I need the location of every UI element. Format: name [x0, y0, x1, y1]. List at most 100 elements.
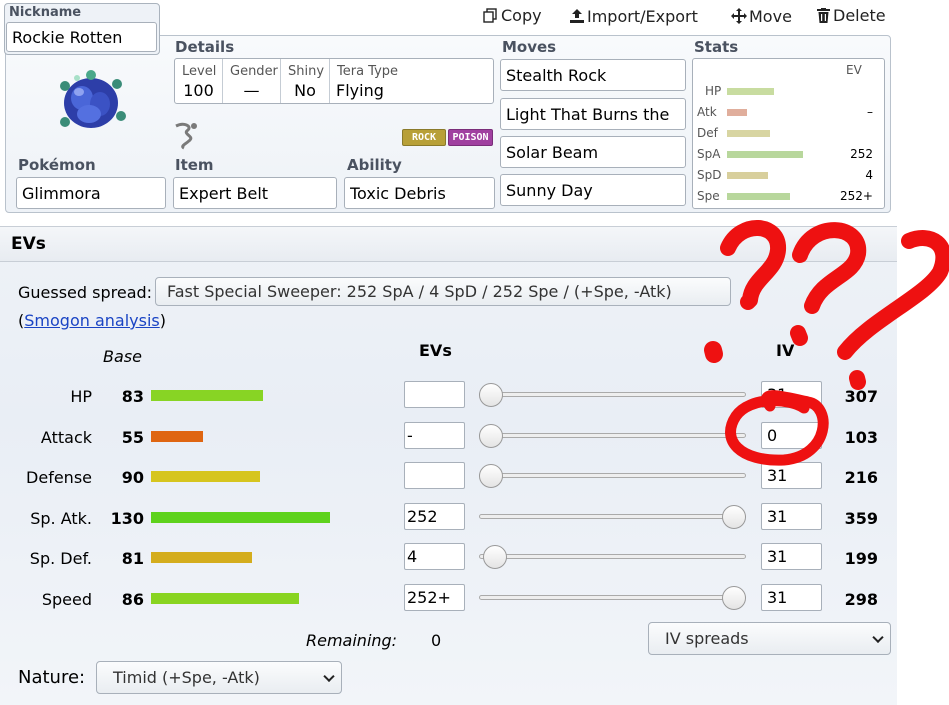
ev-input[interactable]: 252	[404, 503, 465, 530]
base-stat-value: 81	[121, 549, 144, 568]
stat-name-label: Sp. Def.	[29, 549, 92, 568]
base-header: Base	[103, 347, 142, 366]
nature-label: Nature:	[18, 667, 86, 688]
moves-label: Moves	[502, 38, 557, 56]
iv-input[interactable]: 31	[761, 543, 822, 570]
chevron-down-icon	[872, 631, 884, 643]
details-box[interactable]: Level 100 Gender — Shiny No Tera Type Flying	[174, 58, 494, 104]
ev-slider-handle[interactable]	[479, 383, 503, 407]
ev-input[interactable]: 4	[404, 543, 465, 570]
gender-cell[interactable]: Gender —	[223, 59, 281, 103]
move-arrows-icon	[731, 8, 747, 24]
import-export-button[interactable]: Import/Export	[569, 6, 698, 26]
nickname-box: Nickname	[4, 3, 160, 55]
ev-input[interactable]	[404, 381, 465, 408]
stat-name-label: Attack	[40, 428, 92, 447]
stat-name-label: Speed	[41, 590, 92, 609]
question-dot-3	[849, 370, 866, 390]
base-stat-bar	[151, 552, 252, 563]
base-stat-bar	[151, 512, 330, 523]
pokemon-label: Pokémon	[18, 156, 96, 174]
ev-slider-handle[interactable]	[722, 586, 746, 610]
summary-stat-bar	[727, 151, 803, 158]
stats-label: Stats	[694, 38, 739, 56]
gender-value: —	[243, 81, 260, 100]
type-badge-rock: ROCK	[402, 129, 446, 146]
level-value: 100	[183, 81, 214, 100]
ev-slider-handle[interactable]	[482, 545, 507, 569]
evs-title: EVs	[11, 234, 46, 254]
delete-button[interactable]: Delete	[817, 6, 886, 25]
tera-cell[interactable]: Tera Type Flying	[330, 59, 493, 103]
move-2-input[interactable]	[500, 98, 686, 130]
annotation-overlay	[700, 210, 949, 475]
base-stat-value: 86	[121, 590, 144, 609]
base-stat-value: 83	[121, 387, 144, 406]
guessed-spread-label: Guessed spread:	[18, 283, 153, 302]
shiny-value: No	[294, 81, 316, 100]
summary-stat-label: SpD	[697, 168, 722, 182]
remaining-value: 0	[431, 631, 442, 650]
move-button[interactable]: Move	[731, 6, 792, 26]
stat-total-value: 359	[844, 509, 878, 528]
copy-label: Copy	[501, 6, 542, 25]
summary-stat-bar	[727, 193, 790, 200]
iv-input[interactable]: 31	[761, 584, 822, 611]
move-4-input[interactable]	[500, 174, 686, 206]
pokemon-input[interactable]	[16, 177, 166, 209]
iv-input[interactable]: 31	[761, 503, 822, 530]
shiny-cell[interactable]: Shiny No	[281, 59, 330, 103]
nature-select[interactable]: Timid (+Spe, -Atk)	[96, 661, 342, 694]
ev-slider-handle[interactable]	[479, 424, 503, 448]
trash-icon	[817, 8, 830, 23]
move-1-input[interactable]	[500, 59, 686, 91]
summary-stat-bar	[727, 130, 770, 137]
ev-slider-track[interactable]	[479, 514, 746, 519]
move-label: Move	[749, 7, 792, 26]
summary-stat-ev	[828, 84, 873, 98]
summary-stat-label: Atk	[697, 105, 717, 119]
question-dot-2	[790, 325, 808, 346]
stat-name-label: HP	[70, 387, 92, 406]
summary-stat-ev: 252+	[840, 189, 873, 203]
ev-input[interactable]: 252+	[404, 584, 465, 611]
copy-button[interactable]: Copy	[483, 6, 542, 25]
smogon-analysis-link[interactable]: Smogon analysis	[24, 311, 159, 330]
item-label: Item	[175, 156, 214, 174]
summary-stat-bar	[727, 109, 747, 116]
question-mark-2	[792, 222, 867, 314]
summary-stat-bar	[727, 88, 774, 95]
tera-value: Flying	[336, 81, 384, 100]
stats-ev-header: EV	[846, 63, 862, 77]
base-stat-bar	[151, 431, 203, 442]
ev-slider-track[interactable]	[479, 595, 746, 600]
iv-spreads-select[interactable]: IV spreads	[648, 622, 891, 655]
summary-stat-label: HP	[705, 84, 722, 98]
stat-total-value: 298	[844, 590, 878, 609]
summary-stat-ev: 252	[850, 147, 873, 161]
tera-label: Tera Type	[337, 64, 399, 79]
ev-slider-handle[interactable]	[479, 464, 503, 488]
gender-label: Gender	[230, 64, 278, 79]
type-badge-poison: POISON	[448, 129, 493, 146]
stats-summary-box[interactable]: EV HP Atk – Def SpA 252 SpD 4 Spe 252+	[692, 58, 885, 209]
guessed-spread-button[interactable]: Fast Special Sweeper: 252 SpA / 4 SpD / …	[155, 277, 731, 306]
pokemon-sprite	[55, 70, 127, 132]
level-cell[interactable]: Level 100	[175, 59, 223, 103]
remaining-label: Remaining:	[306, 631, 398, 650]
ev-slider-track[interactable]	[479, 554, 746, 559]
summary-stat-ev	[828, 126, 873, 140]
nickname-input[interactable]	[6, 22, 157, 52]
ev-input[interactable]: -	[404, 422, 465, 449]
ev-input[interactable]	[404, 462, 465, 489]
move-3-input[interactable]	[500, 136, 686, 168]
evs-column-header: EVs	[419, 341, 452, 360]
ev-slider-handle[interactable]	[722, 505, 746, 529]
summary-stat-bar	[727, 172, 768, 179]
annotation-drawing	[704, 220, 949, 466]
ability-input[interactable]	[344, 177, 495, 209]
question-dot-1	[704, 341, 723, 363]
item-input[interactable]	[173, 177, 337, 209]
circle-scribble	[725, 390, 829, 466]
import-export-label: Import/Export	[587, 7, 698, 26]
